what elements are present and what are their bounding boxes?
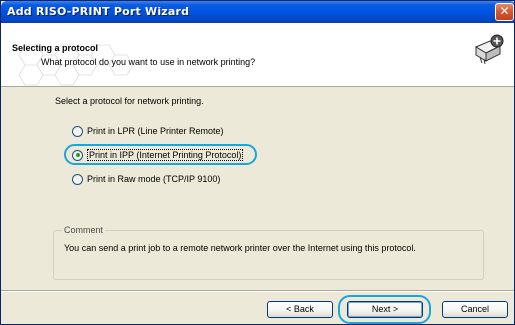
- window-title: Add RISO-PRINT Port Wizard: [7, 5, 190, 18]
- footer-divider: [1, 290, 514, 292]
- radio-option-lpr[interactable]: Print in LPR (Line Printer Remote): [72, 124, 224, 138]
- next-button[interactable]: Next >: [347, 301, 423, 318]
- radio-label-raw[interactable]: Print in Raw mode (TCP/IP 9100): [87, 174, 220, 184]
- network-printer-plus-icon: [474, 34, 504, 65]
- radio-option-raw[interactable]: Print in Raw mode (TCP/IP 9100): [72, 172, 220, 186]
- title-bar[interactable]: Add RISO-PRINT Port Wizard ✕: [1, 1, 514, 23]
- back-button[interactable]: < Back: [267, 301, 333, 318]
- radio-option-ipp[interactable]: Print in IPP (Internet Printing Protocol…: [72, 148, 244, 162]
- radio-button-ipp[interactable]: [72, 149, 83, 161]
- close-button[interactable]: ✕: [495, 3, 514, 21]
- wizard-header: Selecting a protocol What protocol do yo…: [1, 23, 514, 87]
- radio-label-lpr[interactable]: Print in LPR (Line Printer Remote): [87, 126, 224, 136]
- comment-legend: Comment: [62, 225, 106, 235]
- protocol-prompt: Select a protocol for network printing.: [55, 96, 204, 106]
- radio-button-lpr[interactable]: [72, 125, 83, 137]
- radio-button-raw[interactable]: [72, 173, 83, 185]
- header-title: Selecting a protocol: [12, 43, 99, 53]
- comment-text: You can send a print job to a remote net…: [64, 243, 416, 253]
- wizard-content: Select a protocol for network printing. …: [1, 88, 514, 289]
- cancel-button[interactable]: Cancel: [442, 301, 508, 318]
- comment-group: Comment You can send a print job to a re…: [53, 225, 484, 280]
- close-icon: ✕: [499, 4, 510, 18]
- header-subtitle: What protocol do you want to use in netw…: [41, 57, 256, 67]
- radio-label-ipp[interactable]: Print in IPP (Internet Printing Protocol…: [87, 149, 244, 161]
- wizard-window: Add RISO-PRINT Port Wizard ✕ Selecting a…: [0, 0, 515, 325]
